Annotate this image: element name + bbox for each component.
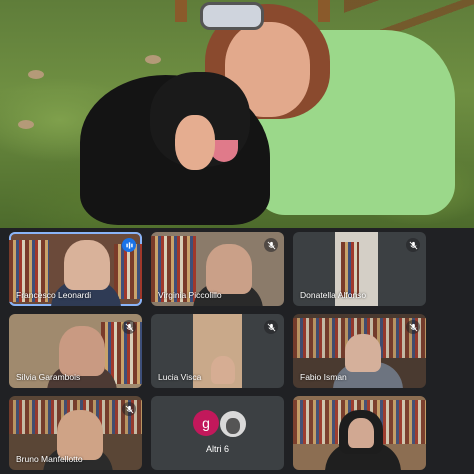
mic-off-icon <box>122 402 136 416</box>
woman-hand <box>175 115 215 170</box>
leaf <box>145 55 161 64</box>
mic-off-icon <box>406 320 420 334</box>
participant-tile[interactable]: Lucia Visca <box>151 314 284 388</box>
participant-name: Fabio Isman <box>300 372 347 382</box>
mic-off-icon <box>406 238 420 252</box>
participant-name: Virginia Piccolillo <box>158 290 222 300</box>
avatar-face <box>226 418 240 434</box>
participant-name: Bruno Manfellotto <box>16 454 83 464</box>
mic-off-icon <box>122 320 136 334</box>
others-count-label: Altri 6 <box>205 444 229 454</box>
person-face <box>345 334 381 372</box>
person-face <box>206 244 252 294</box>
person-face <box>211 356 235 384</box>
sunglasses <box>200 2 264 30</box>
participant-tile[interactable]: Francesco Leonardi <box>9 232 142 306</box>
avatar-letter: g <box>202 415 210 431</box>
participant-avatar-photo <box>219 410 247 438</box>
mic-off-icon <box>264 238 278 252</box>
participant-tile[interactable]: Virginia Piccolillo <box>151 232 284 306</box>
leaf <box>18 120 34 129</box>
bookshelf <box>341 242 359 297</box>
person-face <box>64 240 110 290</box>
person-face <box>57 410 103 460</box>
person-face <box>348 418 374 448</box>
participant-name: Silvia Garambois <box>16 372 81 382</box>
bookshelf <box>114 244 142 299</box>
main-video-photo <box>0 0 474 228</box>
participant-tile[interactable]: Fabio Isman <box>293 314 426 388</box>
participant-name: Lucia Visca <box>158 372 202 382</box>
participant-tile[interactable]: Bruno Manfellotto <box>9 396 142 470</box>
participant-avatar: g <box>193 410 219 436</box>
mic-off-icon <box>264 320 278 334</box>
participant-name: Francesco Leonardi <box>16 290 92 300</box>
participant-name: Donatella Alfonso <box>300 290 367 300</box>
fence-post <box>318 0 330 22</box>
participant-tile[interactable]: Donatella Alfonso <box>293 232 426 306</box>
others-tile[interactable]: g Altri 6 <box>151 396 284 470</box>
person-face <box>59 326 105 376</box>
participant-tile[interactable] <box>293 396 426 470</box>
audio-level-icon <box>122 238 136 252</box>
leaf <box>28 70 44 79</box>
fence-post <box>175 0 187 22</box>
participant-grid: Francesco Leonardi Virginia Piccolillo D… <box>0 228 474 474</box>
participant-tile[interactable]: Silvia Garambois <box>9 314 142 388</box>
